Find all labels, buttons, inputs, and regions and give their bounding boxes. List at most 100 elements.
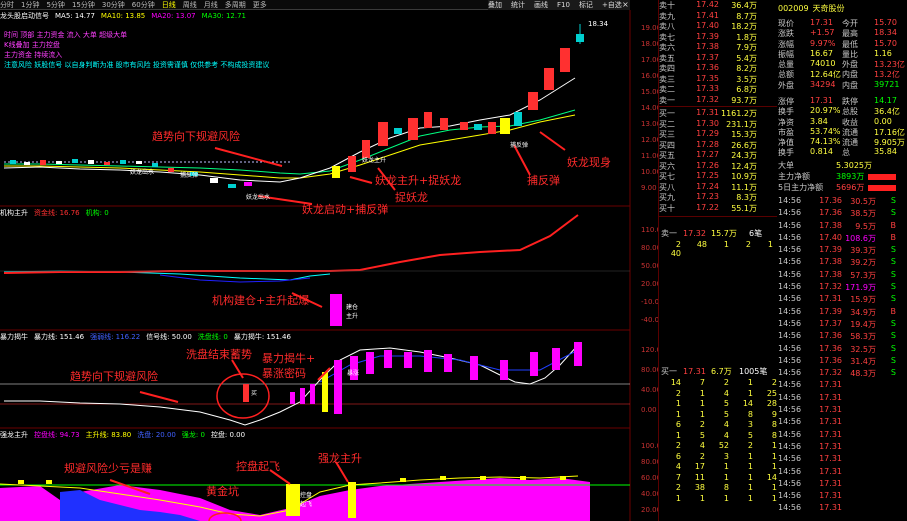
candle: [394, 128, 402, 134]
tick-row: 14:56 17.40 108.6万 B: [778, 232, 896, 243]
bar: [444, 354, 452, 372]
mid-quote-row: 卖一 17.32 15.7万 6笔: [661, 229, 763, 238]
mid-order-queue: 2 48 1 2 1 40: [670, 240, 773, 258]
bid-row[interactable]: 买八 17.24 11.1万: [659, 182, 759, 193]
bid-row[interactable]: 买五 17.27 24.3万: [659, 150, 759, 161]
tick-row: 14:56 17.31: [778, 405, 842, 415]
ask-row[interactable]: 卖二 17.33 6.8万: [659, 84, 759, 95]
annotation-arrow: [539, 131, 566, 151]
annotation-catch: 捉妖龙: [395, 191, 428, 204]
tick-row: 14:56 17.36 32.5万 S: [778, 343, 896, 354]
candle: [168, 168, 174, 172]
bar: [480, 476, 486, 480]
tick-row: 14:56 17.38 9.5万 B: [778, 220, 896, 231]
candle: [332, 166, 340, 178]
bid-row[interactable]: 买十 17.22 55.1万: [659, 203, 759, 214]
signal-tag: 买: [251, 390, 258, 397]
bid-row[interactable]: 买一 17.31 1161.2万: [659, 108, 759, 119]
bid-row[interactable]: 买六 17.26 12.4万: [659, 161, 759, 172]
panel2-title-bar: 机构主升 资金线: 16.76 机构: 0: [0, 208, 630, 218]
panel4-annotation-risk: 规避风险少亏是赚: [64, 462, 152, 475]
tick-list[interactable]: 14:56 17.36 30.5万 S 14:56 17.36 38.5万 S 14:56 1…: [778, 196, 907, 516]
institution-bar: [330, 294, 342, 326]
tick-row: 14:56 17.31: [778, 503, 842, 513]
panel2-item: 机构: 0: [85, 209, 109, 217]
tick-row: 14:56 17.31: [778, 429, 842, 439]
tick-row: 14:56 17.31: [778, 478, 842, 488]
tick-row: 14:56 17.31: [778, 491, 842, 501]
tick-row: 14:56 17.31: [778, 417, 842, 427]
candle: [104, 162, 110, 165]
candle-group-main: [10, 24, 584, 188]
candle: [474, 124, 482, 130]
candle: [544, 68, 554, 90]
tick-row: 14:56 17.31: [778, 441, 842, 451]
candle: [10, 160, 16, 164]
bar: [552, 348, 560, 370]
candle: [460, 122, 468, 130]
ask-row[interactable]: 卖三 17.35 3.5万: [659, 74, 759, 85]
bid-row[interactable]: 买七 17.25 10.9万: [659, 171, 759, 182]
ask-row[interactable]: 卖七 17.39 1.8万: [659, 32, 759, 43]
panel4-item: 主升线: 83.80: [85, 431, 132, 439]
signal-tag: 起飞: [300, 501, 313, 508]
candle: [408, 118, 418, 140]
ask-row[interactable]: 卖六 17.38 7.9万: [659, 42, 759, 53]
candle: [210, 178, 218, 183]
ask-row[interactable]: 卖四 17.36 8.2万: [659, 63, 759, 74]
candle: [424, 112, 432, 128]
annotation-rebound: 捕反弹: [527, 174, 560, 187]
bar: [560, 476, 566, 480]
bid-book: 买一 17.31 1161.2万 买二 17.30 231.1万 买三 17.29 15.3…: [659, 108, 759, 213]
bid-row[interactable]: 买二 17.30 231.1万: [659, 119, 759, 130]
candle: [560, 48, 570, 72]
panel4-item: 洗盘: 20.00: [137, 431, 176, 439]
tick-row: 14:56 17.36 30.5万 S: [778, 196, 896, 206]
ask-row[interactable]: 卖九 17.41 8.7万: [659, 11, 759, 22]
candle: [500, 118, 510, 134]
bar: [366, 352, 374, 374]
signal-tag: 捕反弹: [510, 142, 529, 149]
candle: [228, 184, 236, 188]
tick-row: 14:56 17.32 171.9万 S: [778, 282, 896, 293]
tick-row: 14:56 17.36 31.4万 S: [778, 355, 896, 366]
ask-row[interactable]: 卖八 17.40 18.2万: [659, 21, 759, 32]
candle: [40, 160, 46, 165]
bot-quote-row: 买一 17.31 6.7万 1005笔: [661, 367, 768, 376]
bid-row[interactable]: 买三 17.29 15.3万: [659, 129, 759, 140]
ask-row[interactable]: 卖十 17.42 36.4万: [659, 0, 759, 11]
tick-row: 14:56 17.38 57.3万 S: [778, 269, 896, 280]
signal-tag: 捕反弹: [180, 172, 199, 179]
panel4-title-bar: 强龙主升 控盘线: 94.73 主升线: 83.80 洗盘: 20.00 强龙:…: [0, 430, 630, 440]
stock-header: 002009 天奇股份: [778, 2, 907, 14]
panel4-item: 强龙: 0: [181, 431, 205, 439]
ask-row[interactable]: 卖一 17.32 93.7万: [659, 95, 759, 106]
panel4-item: 控盘线: 94.73: [34, 431, 80, 439]
bid-row[interactable]: 买四 17.28 26.6万: [659, 140, 759, 151]
annotation-arrow: [139, 391, 179, 403]
fund-flow: 大单 5.3025万 主力净额 3893万 5日主力净额 5696万: [778, 160, 907, 193]
annotation-arrow: [513, 144, 531, 176]
stats-detail: 涨停 17.31 跌停 14.17 换手 20.97% 总股 36.4亿 净资 3.84 收益 0…: [778, 96, 905, 158]
ask-row[interactable]: 卖五 17.37 5.4万: [659, 53, 759, 64]
panel4-title: 强龙主升: [0, 431, 28, 439]
panel3-item: 强弱线: 116.22: [90, 333, 141, 341]
chart-canvas: [0, 10, 631, 521]
candle: [488, 122, 496, 134]
signal-tag: 妖龙出水: [130, 169, 155, 176]
panel4-item: 控盘: 0.00: [210, 431, 246, 439]
candle: [72, 159, 78, 163]
bar: [18, 480, 24, 484]
annotation-main-rise: 妖龙主升+捉妖龙: [375, 174, 462, 187]
bid-row[interactable]: 买九 17.23 8.3万: [659, 192, 759, 203]
bar: [46, 480, 52, 484]
tick-row: 14:56 17.31: [778, 466, 842, 476]
panel4-annotation-fly: 控盘起飞: [236, 460, 280, 473]
candle: [378, 122, 388, 146]
candle: [56, 161, 62, 164]
signal-tag: 控盘: [300, 492, 313, 499]
annotation-arrow: [349, 176, 373, 184]
signal-tag: 建仓: [346, 304, 359, 311]
tick-row: 14:56 17.36 58.3万 S: [778, 331, 896, 342]
panel3-annotation-wash: 洗盘结束蓄势: [186, 348, 252, 361]
